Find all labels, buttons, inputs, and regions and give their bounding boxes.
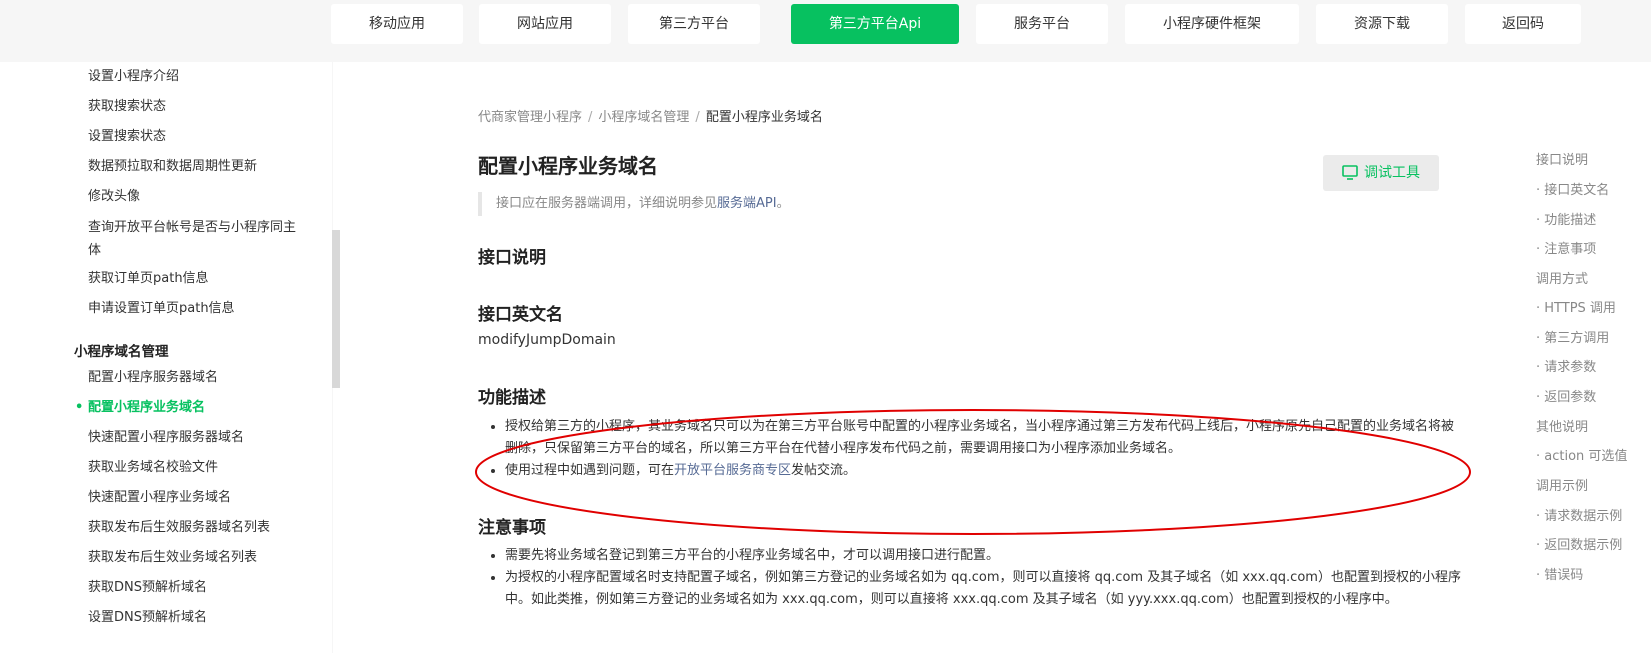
toc-item[interactable]: · 第三方调用 — [1536, 329, 1609, 349]
sidebar-item[interactable]: 获取订单页path信息 — [88, 268, 308, 290]
toc-item[interactable]: · 错误码 — [1536, 566, 1583, 586]
toc-item[interactable]: · action 可选值 — [1536, 447, 1627, 467]
breadcrumb-link[interactable]: 代商家管理小程序 — [478, 110, 582, 125]
notice-list: 需要先将业务域名登记到第三方平台的小程序业务域名中，才可以调用接口进行配置。 为… — [478, 545, 1465, 611]
debug-tool-label: 调试工具 — [1364, 165, 1420, 181]
toc-item[interactable]: 其他说明 — [1536, 418, 1588, 438]
tab-downloads[interactable]: 资源下载 — [1316, 4, 1448, 44]
list-item-text: 使用过程中如遇到问题，可在 — [505, 463, 675, 478]
sidebar-item[interactable]: 申请设置订单页path信息 — [88, 298, 308, 320]
sidebar-item[interactable]: 设置小程序介绍 — [88, 66, 308, 88]
list-item: 需要先将业务域名登记到第三方平台的小程序业务域名中，才可以调用接口进行配置。 — [505, 545, 1465, 567]
list-item: 授权给第三方的小程序，其业务域名只可以为在第三方平台账号中配置的小程序业务域名，… — [505, 416, 1465, 460]
sidebar-item[interactable]: 获取DNS预解析域名 — [88, 577, 308, 599]
toc-item[interactable]: · 返回数据示例 — [1536, 536, 1622, 556]
sidebar-item[interactable]: 配置小程序服务器域名 — [88, 367, 308, 389]
breadcrumb-link[interactable]: 小程序域名管理 — [598, 110, 689, 125]
toc-item[interactable]: · 注意事项 — [1536, 240, 1596, 260]
sidebar-item[interactable]: 查询开放平台帐号是否与小程序同主体 — [88, 216, 303, 262]
active-bullet-icon: • — [75, 400, 84, 415]
note-text: 接口应在服务器端调用，详细说明参见 — [496, 196, 718, 211]
sidebar-item[interactable]: 设置搜索状态 — [88, 126, 308, 148]
sidebar-item[interactable]: 获取发布后生效服务器域名列表 — [88, 517, 308, 539]
tab-mobile-app[interactable]: 移动应用 — [331, 4, 463, 44]
tab-hardware-framework[interactable]: 小程序硬件框架 — [1125, 4, 1299, 44]
toc-item[interactable]: · HTTPS 调用 — [1536, 299, 1616, 319]
main-content: 代商家管理小程序 / 小程序域名管理 / 配置小程序业务域名 配置小程序业务域名 调试工… — [478, 62, 1461, 653]
sidebar-item-active[interactable]: • 配置小程序业务域名 — [75, 397, 308, 419]
toc-item[interactable]: · 请求数据示例 — [1536, 507, 1622, 527]
debug-tool-button[interactable]: 调试工具 — [1323, 155, 1439, 191]
section-notice-heading: 注意事项 — [478, 518, 546, 538]
sidebar-item-label: 配置小程序业务域名 — [88, 400, 206, 415]
tab-third-party-platform[interactable]: 第三方平台 — [628, 4, 760, 44]
sidebar-item[interactable]: 设置DNS预解析域名 — [88, 607, 308, 629]
note-end: 。 — [776, 196, 790, 211]
sidebar-item[interactable]: 数据预拉取和数据周期性更新 — [88, 156, 308, 178]
sidebar-group-domain-management[interactable]: 小程序域名管理 — [74, 341, 169, 363]
tab-return-codes[interactable]: 返回码 — [1465, 4, 1581, 44]
tab-third-party-api[interactable]: 第三方平台Api — [791, 4, 959, 44]
monitor-icon — [1342, 165, 1358, 180]
toc-item[interactable]: 调用示例 — [1536, 477, 1588, 497]
function-list: 授权给第三方的小程序，其业务域名只可以为在第三方平台账号中配置的小程序业务域名，… — [478, 416, 1465, 482]
sidebar-item[interactable]: 修改头像 — [88, 186, 308, 208]
sidebar-item[interactable]: 快速配置小程序业务域名 — [88, 487, 308, 509]
toc-item[interactable]: · 接口英文名 — [1536, 181, 1609, 201]
section-english-name-heading: 接口英文名 — [478, 305, 563, 325]
toc-item[interactable]: 接口说明 — [1536, 151, 1588, 171]
sidebar-item[interactable]: 获取业务域名校验文件 — [88, 457, 308, 479]
section-interface-heading: 接口说明 — [478, 248, 546, 268]
breadcrumb-separator: / — [695, 110, 700, 125]
sidebar-item[interactable]: 获取搜索状态 — [88, 96, 308, 118]
tab-service-platform[interactable]: 服务平台 — [976, 4, 1108, 44]
service-provider-forum-link[interactable]: 开放平台服务商专区 — [674, 463, 791, 478]
page-title: 配置小程序业务域名 — [478, 154, 658, 178]
tab-website-app[interactable]: 网站应用 — [479, 4, 611, 44]
breadcrumb-current: 配置小程序业务域名 — [705, 110, 823, 125]
sidebar: 设置小程序介绍 获取搜索状态 设置搜索状态 数据预拉取和数据周期性更新 修改头像… — [0, 62, 318, 653]
list-item: 为授权的小程序配置域名时支持配置子域名，例如第三方登记的业务域名如为 qq.co… — [505, 567, 1465, 611]
section-function-heading: 功能描述 — [478, 388, 546, 408]
server-api-note: 接口应在服务器端调用，详细说明参见服务端API。 — [478, 192, 790, 216]
breadcrumb-separator: / — [588, 110, 593, 125]
top-nav: 移动应用 网站应用 第三方平台 第三方平台Api 服务平台 小程序硬件框架 资源… — [0, 0, 1651, 62]
server-api-link[interactable]: 服务端API — [717, 196, 777, 211]
sidebar-item[interactable]: 获取发布后生效业务域名列表 — [88, 547, 308, 569]
toc-item[interactable]: · 功能描述 — [1536, 211, 1596, 231]
sidebar-scrollbar[interactable] — [332, 230, 340, 388]
english-name-value: modifyJumpDomain — [478, 332, 616, 348]
sidebar-item[interactable]: 快速配置小程序服务器域名 — [88, 427, 308, 449]
list-item-text: 发帖交流。 — [791, 463, 857, 478]
breadcrumb: 代商家管理小程序 / 小程序域名管理 / 配置小程序业务域名 — [478, 106, 823, 125]
toc-item[interactable]: 调用方式 — [1536, 270, 1588, 290]
toc-item[interactable]: · 返回参数 — [1536, 388, 1596, 408]
toc-item[interactable]: · 请求参数 — [1536, 358, 1596, 378]
list-item: 使用过程中如遇到问题，可在开放平台服务商专区发帖交流。 — [505, 460, 1465, 482]
